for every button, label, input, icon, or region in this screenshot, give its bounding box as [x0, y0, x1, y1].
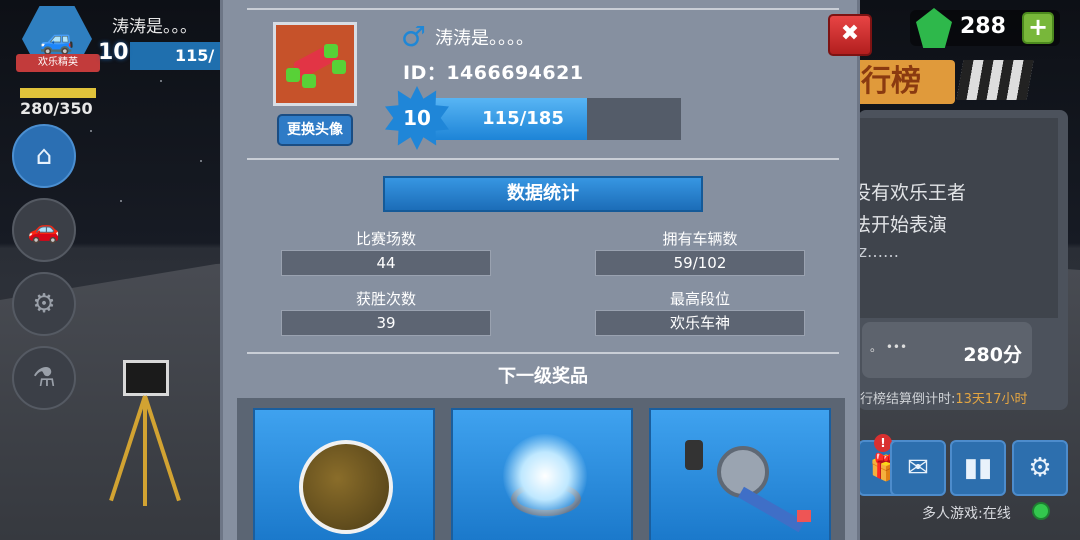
lab-button[interactable]: ⚗	[12, 346, 76, 410]
gem-count: 288	[960, 14, 1006, 39]
profile-id: ID：1466694621	[403, 62, 584, 84]
part-icon: ⚙	[32, 289, 56, 319]
countdown-label: 行榜结算倒计时:	[860, 392, 956, 407]
leaderboard-message-line: 法开始表演	[852, 214, 948, 236]
camera	[123, 360, 169, 396]
mail-button[interactable]: ✉	[890, 440, 946, 496]
multiplayer-status: 多人游戏:在线	[922, 506, 1011, 522]
garage-button[interactable]: 🚗	[12, 198, 76, 262]
stat-value: 39	[281, 310, 491, 336]
car-icon: 🚗	[27, 215, 61, 245]
stat-label: 最高段位	[669, 290, 730, 308]
change-avatar-button[interactable]: 更换头像	[277, 114, 353, 146]
leaderboard-button[interactable]: ▮▮	[950, 440, 1006, 496]
lever-icon	[685, 440, 703, 470]
kart-wheel	[302, 74, 316, 88]
stat-value: 44	[281, 250, 491, 276]
kart-wheel	[332, 60, 346, 74]
level-star-badge: 10	[385, 86, 449, 150]
rank-ribbon: 欢乐精英	[16, 54, 100, 72]
profile-name: 涛涛是。。。。	[435, 28, 534, 49]
camo-ball-icon	[299, 440, 393, 534]
reward-card[interactable]	[451, 408, 633, 540]
kart-wheel	[286, 68, 300, 82]
add-gems-button[interactable]: +	[1022, 12, 1054, 44]
reward-card[interactable]	[649, 408, 831, 540]
xp-bar: 115/	[130, 42, 230, 70]
level-badge: 10	[98, 40, 129, 65]
parts-button[interactable]: ⚙	[12, 272, 76, 336]
male-icon: ♂	[401, 20, 427, 53]
stat-value: 59/102	[595, 250, 805, 276]
camera-tripod	[109, 360, 181, 506]
next-level-rewards-title: 下一级奖品	[498, 366, 588, 387]
divider	[247, 158, 839, 160]
stat-label: 比赛场数	[355, 230, 416, 248]
gadget-arm	[738, 486, 805, 533]
mail-icon: ✉	[907, 453, 929, 483]
online-indicator	[1032, 502, 1050, 520]
star	[160, 80, 162, 82]
stat-label: 拥有车辆数	[662, 230, 738, 248]
score-rank-dots: 。 •••	[870, 340, 908, 354]
gear-icon: ⚙	[1028, 453, 1052, 483]
leaderboard-message-line: 没有欢乐王者	[852, 182, 967, 204]
kart-wheel	[324, 44, 338, 58]
bar-chart-icon: ▮▮	[963, 453, 993, 483]
player-profile-dialog: 更换头像 ♂ 涛涛是。。。。 ID：1466694621 115/185 10 …	[220, 0, 860, 540]
stat-label: 获胜次数	[355, 290, 416, 308]
stats-title: 数据统计	[383, 176, 703, 212]
level-progress-bar: 115/185	[433, 98, 681, 140]
reward-card[interactable]	[253, 408, 435, 540]
kart-icon	[284, 38, 346, 90]
flask-icon: ⚗	[32, 363, 56, 393]
home-icon: ⌂	[35, 141, 53, 171]
countdown-value: 13天17小时	[955, 392, 1028, 407]
fuel-bar	[20, 88, 96, 98]
fuel-text: 280/350	[20, 99, 93, 118]
gadget-tip	[797, 510, 811, 522]
countdown: 行榜结算倒计时:13天17小时	[860, 388, 1027, 407]
stat-value: 欢乐车神	[595, 310, 805, 336]
booster-glow-icon	[503, 434, 587, 518]
my-score: 280分	[963, 344, 1022, 366]
divider	[247, 352, 839, 354]
player-avatar	[273, 22, 357, 106]
level-progress-text: 115/185	[482, 108, 564, 129]
star	[120, 200, 122, 202]
tripod-leg	[109, 395, 147, 502]
divider	[247, 8, 839, 10]
star	[200, 160, 202, 162]
close-button[interactable]: ✖	[828, 14, 872, 56]
checkered-flag	[956, 60, 1034, 100]
home-button[interactable]: ⌂	[12, 124, 76, 188]
star	[90, 130, 92, 132]
leaderboard-tab[interactable]: 行榜	[855, 60, 955, 104]
tripod-leg	[143, 396, 147, 506]
player-name: 涛涛是。。。	[112, 17, 197, 37]
xp-text: 115/	[175, 46, 215, 65]
settings-button[interactable]: ⚙	[1012, 440, 1068, 496]
